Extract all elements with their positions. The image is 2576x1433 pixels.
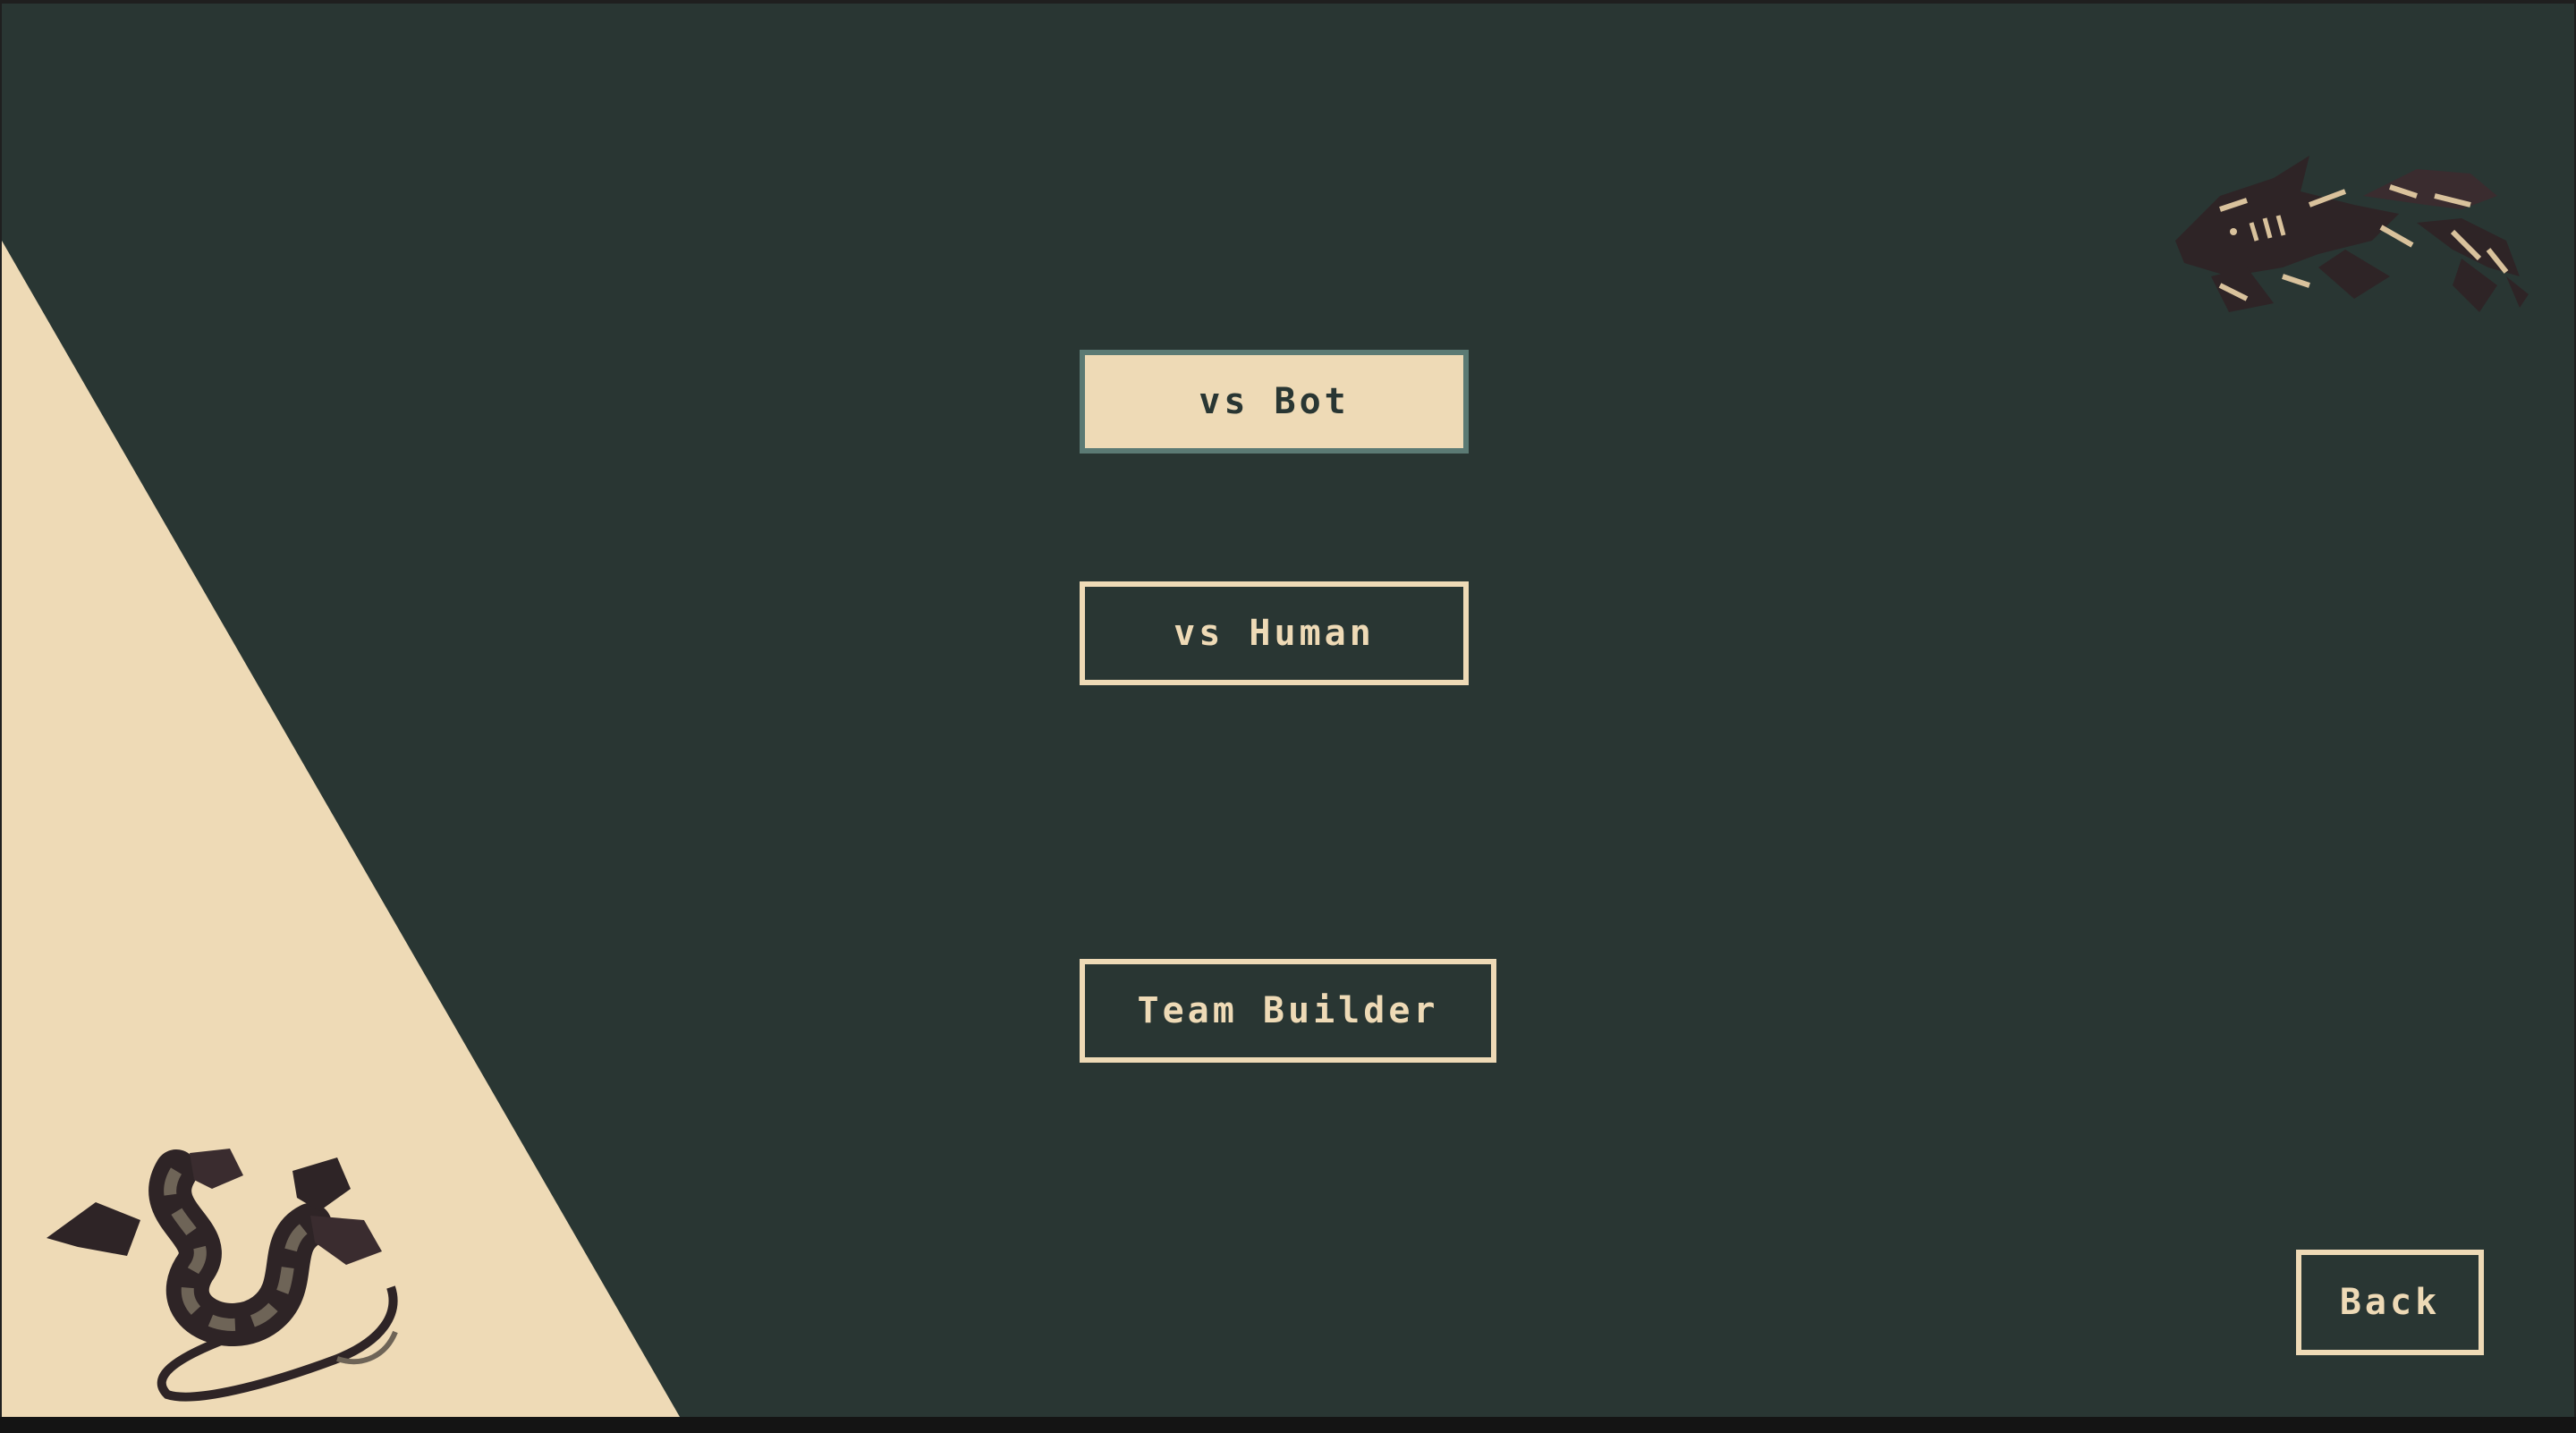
- vs-bot-button[interactable]: vs Bot: [1080, 350, 1469, 454]
- mode-select-screen: vs Bot vs Human Team Builder Back: [2, 4, 2574, 1417]
- bottom-border: [0, 1417, 2576, 1433]
- vs-human-button[interactable]: vs Human: [1080, 581, 1469, 685]
- serpent-creature-icon: [47, 1149, 398, 1402]
- team-builder-button[interactable]: Team Builder: [1080, 959, 1496, 1063]
- shark-creature-icon: [2175, 156, 2529, 312]
- back-button[interactable]: Back: [2296, 1250, 2484, 1355]
